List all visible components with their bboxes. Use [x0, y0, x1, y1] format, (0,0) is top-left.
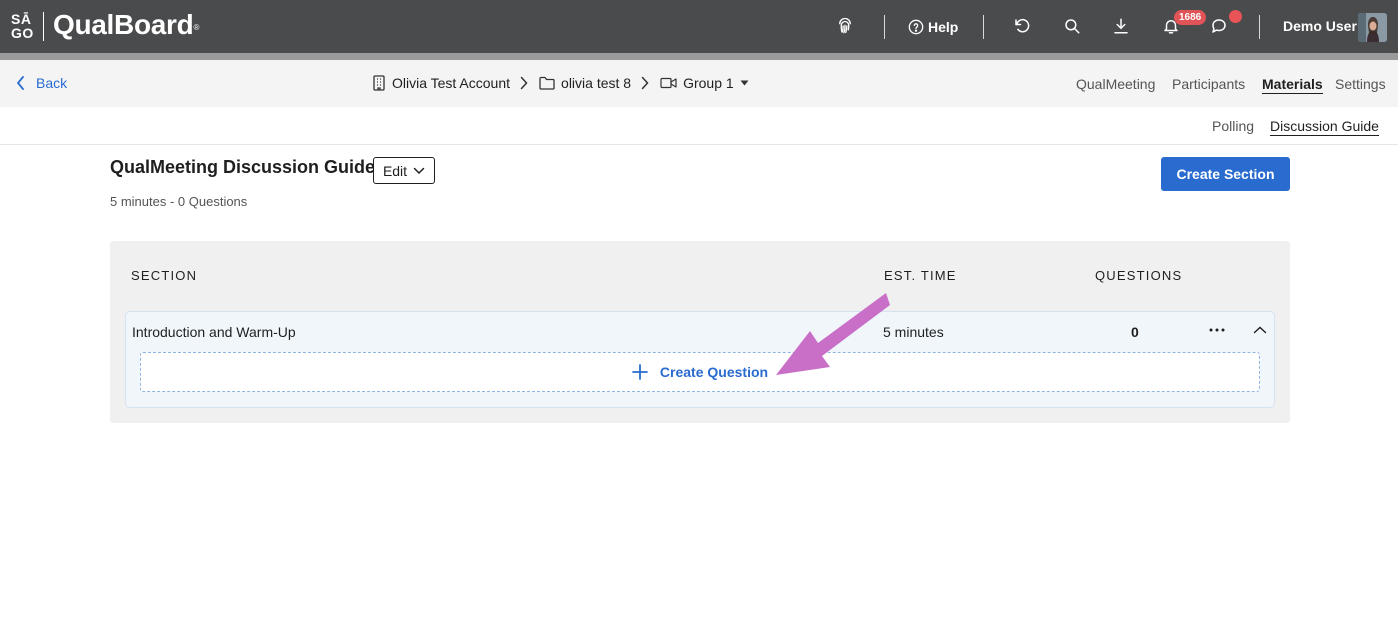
breadcrumb-group[interactable]: Group 1	[660, 75, 749, 91]
chevron-left-icon	[16, 76, 24, 90]
back-button[interactable]: Back	[16, 75, 67, 91]
chevron-up-icon[interactable]	[1250, 320, 1270, 340]
chevron-right-icon	[641, 76, 649, 90]
fingerprint-icon[interactable]	[835, 16, 855, 36]
tab-polling[interactable]: Polling	[1212, 118, 1254, 134]
help-label: Help	[928, 18, 959, 35]
top-bar-stripe	[0, 53, 1398, 60]
avatar-image	[1358, 13, 1387, 42]
tab-settings[interactable]: Settings	[1335, 76, 1386, 92]
help-circle-icon	[908, 19, 924, 34]
create-question-button[interactable]: Create Question	[140, 352, 1260, 392]
search-icon[interactable]	[1062, 16, 1082, 36]
caret-down-icon	[740, 80, 749, 86]
toolbar-separator	[1259, 15, 1260, 39]
user-name[interactable]: Demo User	[1283, 18, 1357, 34]
qualboard-logo[interactable]: QualBoard®	[53, 8, 199, 42]
section-question-count: 0	[1131, 324, 1139, 340]
tab-qualmeeting[interactable]: QualMeeting	[1076, 76, 1155, 92]
undo-icon[interactable]	[1012, 16, 1032, 36]
logo-registered-mark: ®	[193, 23, 200, 32]
section-title[interactable]: Introduction and Warm-Up	[132, 324, 296, 340]
toolbar-separator	[884, 15, 885, 39]
column-header-est-time: EST. TIME	[884, 268, 957, 283]
logo-text: QualBoard	[53, 9, 194, 40]
logo-divider	[43, 12, 44, 41]
breadcrumb-account[interactable]: Olivia Test Account	[372, 75, 510, 91]
logo-mark-top: SĀ	[11, 11, 32, 27]
help-button[interactable]: Help	[908, 16, 958, 37]
breadcrumb-label: Group 1	[683, 75, 734, 91]
notification-badge: 1686	[1174, 10, 1207, 25]
chevron-right-icon	[520, 76, 528, 90]
breadcrumb-label: Olivia Test Account	[392, 75, 511, 91]
guide-summary: 5 minutes - 0 Questions	[110, 194, 248, 209]
plus-icon	[632, 364, 648, 380]
column-header-questions: QUESTIONS	[1095, 268, 1183, 283]
tab-discussion-guide[interactable]: Discussion Guide	[1270, 118, 1379, 136]
tab-participants[interactable]: Participants	[1172, 76, 1245, 92]
more-options-icon[interactable]	[1205, 320, 1229, 340]
chat-icon[interactable]	[1209, 16, 1229, 36]
sago-logo: SĀ GO	[11, 12, 35, 40]
logo-mark-bottom: GO	[11, 25, 34, 41]
avatar[interactable]	[1358, 13, 1387, 42]
chevron-down-icon	[413, 167, 425, 174]
breadcrumb-project[interactable]: olivia test 8	[539, 75, 631, 91]
top-bar	[0, 0, 1398, 53]
building-icon	[373, 75, 385, 91]
subnav-divider	[0, 144, 1398, 145]
column-header-section: SECTION	[131, 268, 198, 283]
breadcrumb: Olivia Test Account olivia test 8 Group …	[372, 75, 749, 91]
edit-dropdown-button[interactable]: Edit	[373, 157, 435, 184]
folder-icon	[539, 76, 555, 90]
back-label: Back	[36, 75, 68, 91]
breadcrumb-label: olivia test 8	[561, 75, 632, 91]
tab-materials[interactable]: Materials	[1262, 76, 1323, 94]
create-question-label: Create Question	[659, 364, 769, 380]
create-section-button[interactable]: Create Section	[1161, 157, 1290, 191]
video-icon	[660, 77, 677, 89]
chat-unread-dot	[1229, 10, 1242, 23]
download-icon[interactable]	[1111, 16, 1131, 36]
toolbar-separator	[983, 15, 984, 39]
edit-label: Edit	[382, 162, 408, 179]
page-title: QualMeeting Discussion Guide	[110, 157, 376, 177]
annotation-arrow-icon	[776, 293, 890, 375]
